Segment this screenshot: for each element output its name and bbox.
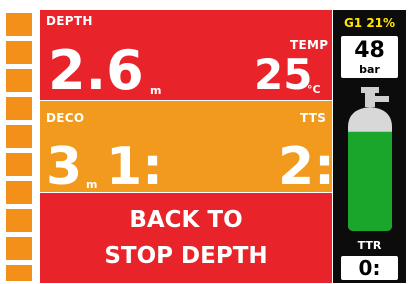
ascent-segment	[6, 97, 32, 120]
temp-unit: °C	[307, 83, 321, 96]
ascent-segment	[6, 125, 32, 148]
ascent-segment	[6, 265, 32, 281]
gas-column: G1 21% 48 bar TTR 0:	[333, 10, 406, 283]
ascent-segment	[6, 41, 32, 64]
depth-unit: m	[150, 84, 162, 97]
tank-pressure-box: 48 bar	[341, 36, 398, 78]
temp-value: 25	[254, 50, 313, 99]
cylinder-gas-fill	[348, 131, 392, 231]
depth-panel: DEPTH 2.6 m TEMP 25 °C	[40, 10, 332, 101]
deco-stop-value: 3	[46, 137, 83, 197]
deco-stop-unit: m	[86, 178, 98, 191]
depth-value: 2.6	[48, 39, 144, 102]
ascent-segment	[6, 209, 32, 232]
ascent-rate-bar	[6, 13, 32, 281]
deco-panel: DECO TTS 3 m 1: 2:	[40, 101, 335, 197]
message-line-1: BACK TO	[129, 207, 243, 233]
message-panel: BACK TO STOP DEPTH	[40, 193, 332, 283]
tank-pressure-value: 48	[354, 38, 385, 63]
message-line-2: STOP DEPTH	[104, 243, 268, 269]
tts-label: TTS	[300, 111, 327, 125]
ascent-segment	[6, 181, 32, 204]
ascent-segment	[6, 153, 32, 176]
ttr-value: 0:	[341, 256, 398, 280]
deco-time-value: 1:	[106, 137, 163, 197]
depth-label: DEPTH	[46, 14, 93, 28]
ascent-segment	[6, 69, 32, 92]
gas-name: G1 21%	[343, 16, 396, 30]
tts-value: 2:	[278, 137, 335, 197]
tank-pressure-unit: bar	[359, 63, 380, 76]
ascent-segment	[6, 237, 32, 260]
ttr-label: TTR	[357, 239, 382, 252]
cylinder-icon	[348, 87, 392, 231]
ascent-segment	[6, 13, 32, 36]
deco-label: DECO	[46, 111, 85, 125]
